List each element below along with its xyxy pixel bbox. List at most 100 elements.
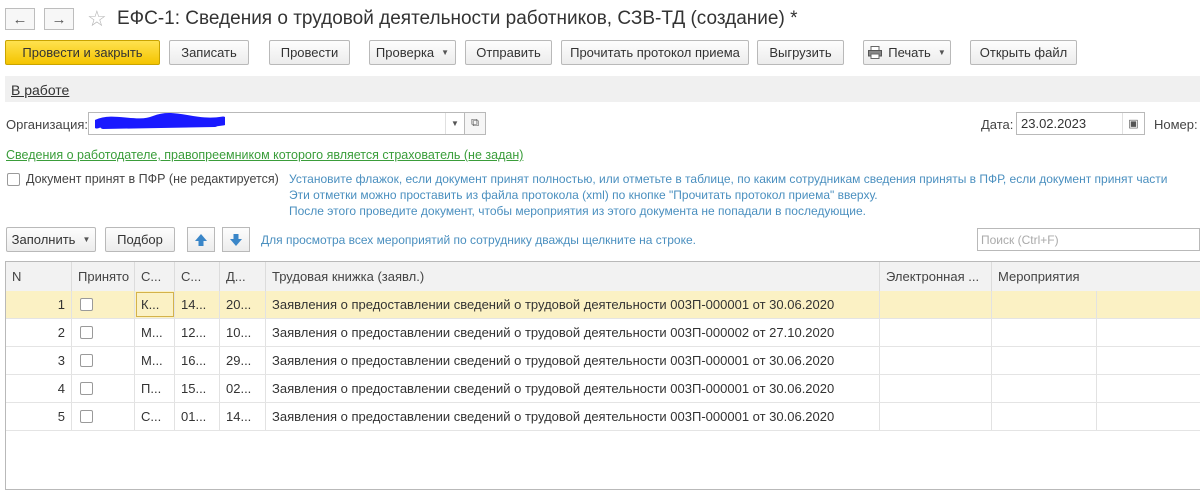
- arrow-left-icon: ←: [12, 10, 28, 28]
- table-header: N Принято С... С... Д... Трудовая книжка…: [6, 262, 1200, 292]
- open-organization-icon[interactable]: ⧉: [464, 112, 486, 135]
- cell-c1: К...: [135, 291, 175, 318]
- number-label: Номер:: [1154, 117, 1198, 132]
- column-header-c2[interactable]: С...: [175, 262, 220, 291]
- post-button[interactable]: Провести: [269, 40, 350, 65]
- cell-n: 3: [6, 347, 72, 374]
- cell-events: [992, 375, 1097, 402]
- cell-n: 2: [6, 319, 72, 346]
- table-hint: Для просмотра всех мероприятий по сотруд…: [261, 233, 696, 247]
- table-row[interactable]: 3 М... 16... 29... Заявления о предостав…: [6, 347, 1200, 375]
- cell-accepted: [72, 375, 135, 402]
- column-header-c1[interactable]: С...: [135, 262, 175, 291]
- move-up-button[interactable]: [187, 227, 215, 252]
- hint-line: Установите флажок, если документ принят …: [289, 172, 1168, 186]
- pick-button[interactable]: Подбор: [105, 227, 175, 252]
- cell-c2: 14...: [175, 291, 220, 318]
- export-button[interactable]: Выгрузить: [757, 40, 844, 65]
- chevron-down-icon: ▼: [82, 235, 91, 244]
- column-header-events[interactable]: Мероприятия: [992, 262, 1097, 291]
- chevron-down-icon[interactable]: ▼: [445, 113, 464, 134]
- print-dropdown-button[interactable]: Печать ▼: [863, 40, 951, 65]
- column-header-accepted[interactable]: Принято: [72, 262, 135, 291]
- cell-c1: М...: [135, 347, 175, 374]
- hint-text: Установите флажок, если документ принят …: [289, 171, 1168, 219]
- cell-d: 10...: [220, 319, 266, 346]
- cell-n: 5: [6, 403, 72, 430]
- cell-accepted: [72, 403, 135, 430]
- fill-dropdown-button[interactable]: Заполнить ▼: [6, 227, 96, 252]
- cell-labor-book: Заявления о предоставлении сведений о тр…: [266, 319, 880, 346]
- cell-accepted: [72, 347, 135, 374]
- accepted-row-checkbox[interactable]: [80, 410, 93, 423]
- hint-line: Эти отметки можно проставить из файла пр…: [289, 188, 878, 202]
- open-file-button[interactable]: Открыть файл: [970, 40, 1077, 65]
- print-label: Печать: [888, 45, 931, 60]
- cell-labor-book: Заявления о предоставлении сведений о тр…: [266, 291, 880, 318]
- cell-electronic: [880, 375, 992, 402]
- forward-button[interactable]: →: [44, 8, 74, 30]
- page-title: ЕФС-1: Сведения о трудовой деятельности …: [117, 8, 798, 29]
- cell-events: [992, 319, 1097, 346]
- accepted-row-checkbox[interactable]: [80, 326, 93, 339]
- cell-events: [992, 347, 1097, 374]
- post-and-close-button[interactable]: Провести и закрыть: [5, 40, 160, 65]
- cell-electronic: [880, 319, 992, 346]
- cell-n: 4: [6, 375, 72, 402]
- cell-c2: 12...: [175, 319, 220, 346]
- cell-accepted: [72, 291, 135, 318]
- hint-line: После этого проведите документ, чтобы ме…: [289, 204, 866, 218]
- status-link[interactable]: В работе: [11, 82, 69, 98]
- cell-labor-book: Заявления о предоставлении сведений о тр…: [266, 347, 880, 374]
- cell-c2: 15...: [175, 375, 220, 402]
- accepted-row-checkbox[interactable]: [80, 298, 93, 311]
- accepted-checkbox[interactable]: [7, 173, 20, 186]
- arrow-up-icon: [195, 233, 207, 246]
- date-label: Дата:: [981, 117, 1014, 132]
- cell-c1: С...: [135, 403, 175, 430]
- cell-n: 1: [6, 291, 72, 318]
- table-row[interactable]: 5 С... 01... 14... Заявления о предостав…: [6, 403, 1200, 431]
- status-bar: В работе: [5, 76, 1200, 102]
- favorite-star-icon[interactable]: ☆: [87, 6, 107, 32]
- move-down-button[interactable]: [222, 227, 250, 252]
- cell-labor-book: Заявления о предоставлении сведений о тр…: [266, 403, 880, 430]
- column-header-labor-book[interactable]: Трудовая книжка (заявл.): [266, 262, 880, 291]
- accepted-row-checkbox[interactable]: [80, 382, 93, 395]
- cell-electronic: [880, 347, 992, 374]
- cell-d: 02...: [220, 375, 266, 402]
- cell-c1: М...: [135, 319, 175, 346]
- date-field[interactable]: 23.02.2023 ▣: [1016, 112, 1145, 135]
- search-input[interactable]: Поиск (Ctrl+F): [977, 228, 1200, 251]
- cell-labor-book: Заявления о предоставлении сведений о тр…: [266, 375, 880, 402]
- read-protocol-button[interactable]: Прочитать протокол приема: [561, 40, 749, 65]
- date-value: 23.02.2023: [1021, 116, 1087, 131]
- arrow-right-icon: →: [51, 10, 67, 28]
- chevron-down-icon: ▼: [937, 48, 946, 57]
- check-dropdown-button[interactable]: Проверка ▼: [369, 40, 456, 65]
- redaction-scribble: [95, 112, 225, 129]
- search-placeholder: Поиск (Ctrl+F): [981, 233, 1059, 247]
- column-header-d[interactable]: Д...: [220, 262, 266, 291]
- cell-events: [992, 403, 1097, 430]
- column-header-electronic[interactable]: Электронная ...: [880, 262, 992, 291]
- cell-events: [992, 291, 1097, 318]
- calendar-icon[interactable]: ▣: [1122, 113, 1144, 134]
- fill-label: Заполнить: [11, 232, 76, 247]
- cell-c2: 16...: [175, 347, 220, 374]
- back-button[interactable]: ←: [5, 8, 35, 30]
- cell-accepted: [72, 319, 135, 346]
- send-button[interactable]: Отправить: [465, 40, 552, 65]
- organization-label: Организация:: [6, 117, 89, 132]
- column-header-n[interactable]: N: [6, 262, 72, 291]
- accepted-row-checkbox[interactable]: [80, 354, 93, 367]
- cell-c1: П...: [135, 375, 175, 402]
- chevron-down-icon: ▼: [441, 48, 450, 57]
- accepted-label: Документ принят в ПФР (не редактируется): [26, 172, 279, 186]
- successor-employer-link[interactable]: Сведения о работодателе, правопреемником…: [6, 148, 523, 162]
- cell-electronic: [880, 403, 992, 430]
- table-row[interactable]: 2 М... 12... 10... Заявления о предостав…: [6, 319, 1200, 347]
- table-row[interactable]: 1 К... 14... 20... Заявления о предостав…: [6, 291, 1200, 319]
- table-row[interactable]: 4 П... 15... 02... Заявления о предостав…: [6, 375, 1200, 403]
- save-button[interactable]: Записать: [169, 40, 249, 65]
